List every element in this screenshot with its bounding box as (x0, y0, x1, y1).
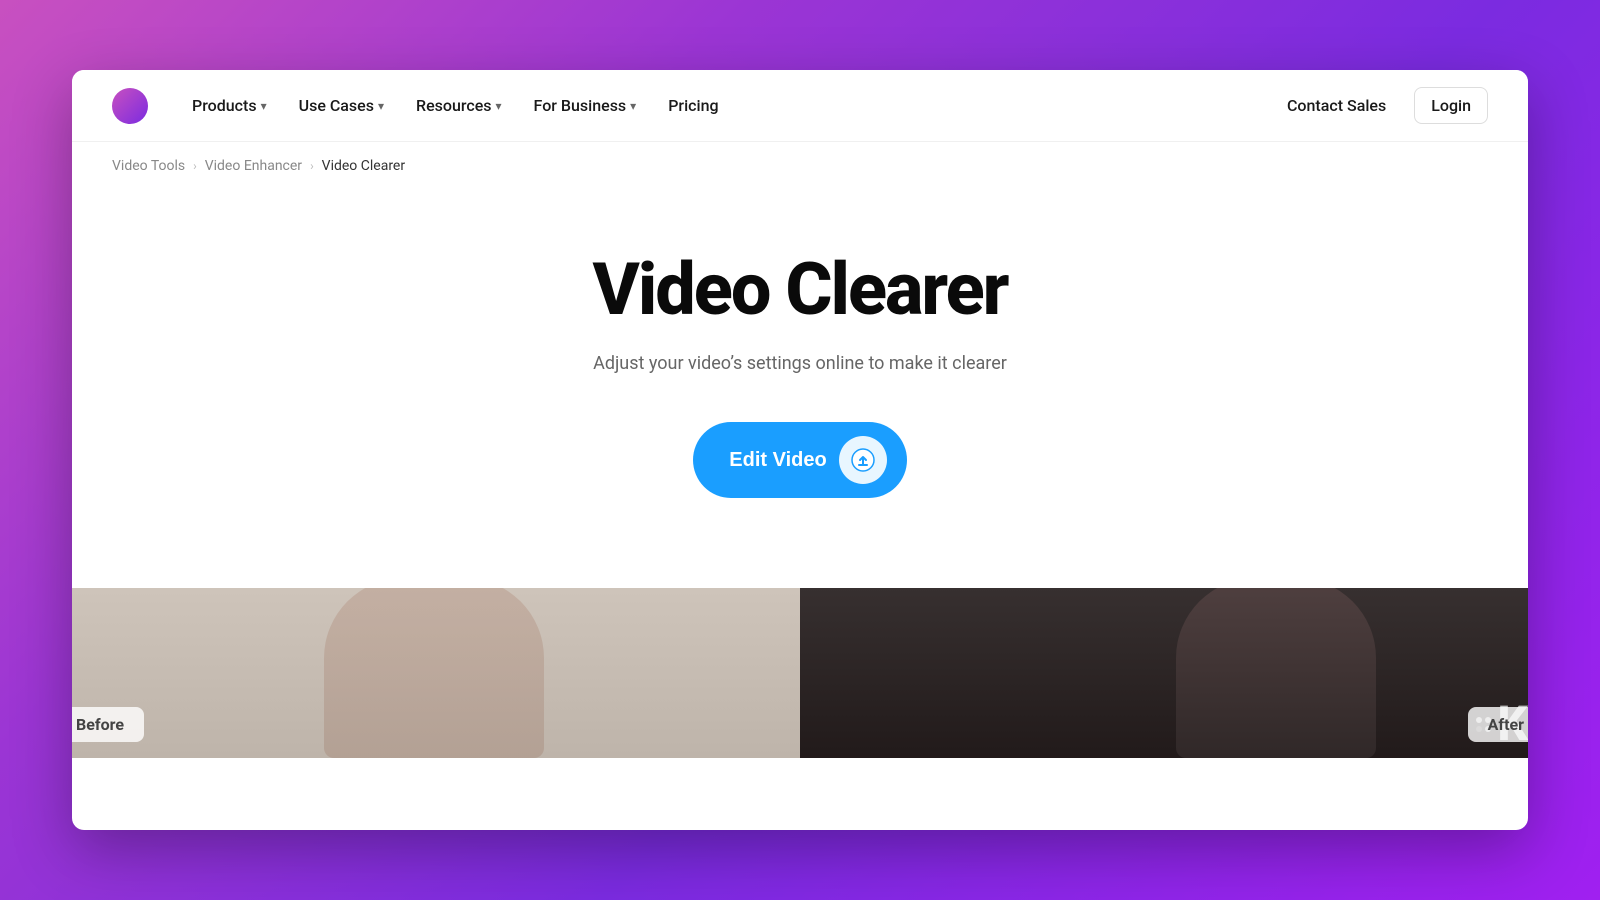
browser-window: Products ▾ Use Cases ▾ Resources ▾ For B… (72, 70, 1528, 830)
before-panel: Before (72, 588, 800, 758)
after-label: After (1468, 707, 1528, 742)
chevron-down-icon: ▾ (496, 99, 502, 113)
breadcrumb-separator: › (193, 159, 197, 173)
login-button[interactable]: Login (1414, 87, 1488, 124)
after-person-silhouette (1176, 588, 1376, 758)
upload-icon (851, 448, 875, 472)
chevron-down-icon: ▾ (378, 99, 384, 113)
logo[interactable] (112, 88, 148, 124)
chevron-down-icon: ▾ (261, 99, 267, 113)
upload-icon-circle (839, 436, 887, 484)
before-person-silhouette (324, 588, 544, 758)
navbar-right: Contact Sales Login (1275, 87, 1488, 124)
nav-item-resources[interactable]: Resources ▾ (404, 88, 514, 123)
nav-item-pricing[interactable]: Pricing (656, 88, 730, 123)
page-title: Video Clearer (593, 250, 1008, 329)
before-label: Before (72, 707, 144, 742)
main-content: Video Clearer Adjust your video’s settin… (72, 190, 1528, 598)
breadcrumb-separator: › (310, 159, 314, 173)
nav-item-for-business[interactable]: For Business ▾ (522, 88, 649, 123)
before-after-section: Before After K (72, 588, 1528, 758)
edit-video-button[interactable]: Edit Video (693, 422, 906, 498)
after-background (800, 588, 1528, 758)
breadcrumb-item-video-enhancer[interactable]: Video Enhancer (205, 158, 302, 174)
after-panel: After K (800, 588, 1528, 758)
nav-menu: Products ▾ Use Cases ▾ Resources ▾ For B… (180, 88, 1275, 123)
breadcrumb-item-video-clearer: Video Clearer (322, 158, 405, 174)
breadcrumb: Video Tools › Video Enhancer › Video Cle… (72, 142, 1528, 190)
nav-item-use-cases[interactable]: Use Cases ▾ (287, 88, 396, 123)
edit-video-label: Edit Video (729, 449, 826, 472)
navbar: Products ▾ Use Cases ▾ Resources ▾ For B… (72, 70, 1528, 142)
nav-item-products[interactable]: Products ▾ (180, 88, 279, 123)
breadcrumb-item-video-tools[interactable]: Video Tools (112, 158, 185, 174)
chevron-down-icon: ▾ (630, 99, 636, 113)
contact-sales-button[interactable]: Contact Sales (1275, 88, 1398, 123)
page-subtitle: Adjust your video’s settings online to m… (593, 353, 1007, 374)
